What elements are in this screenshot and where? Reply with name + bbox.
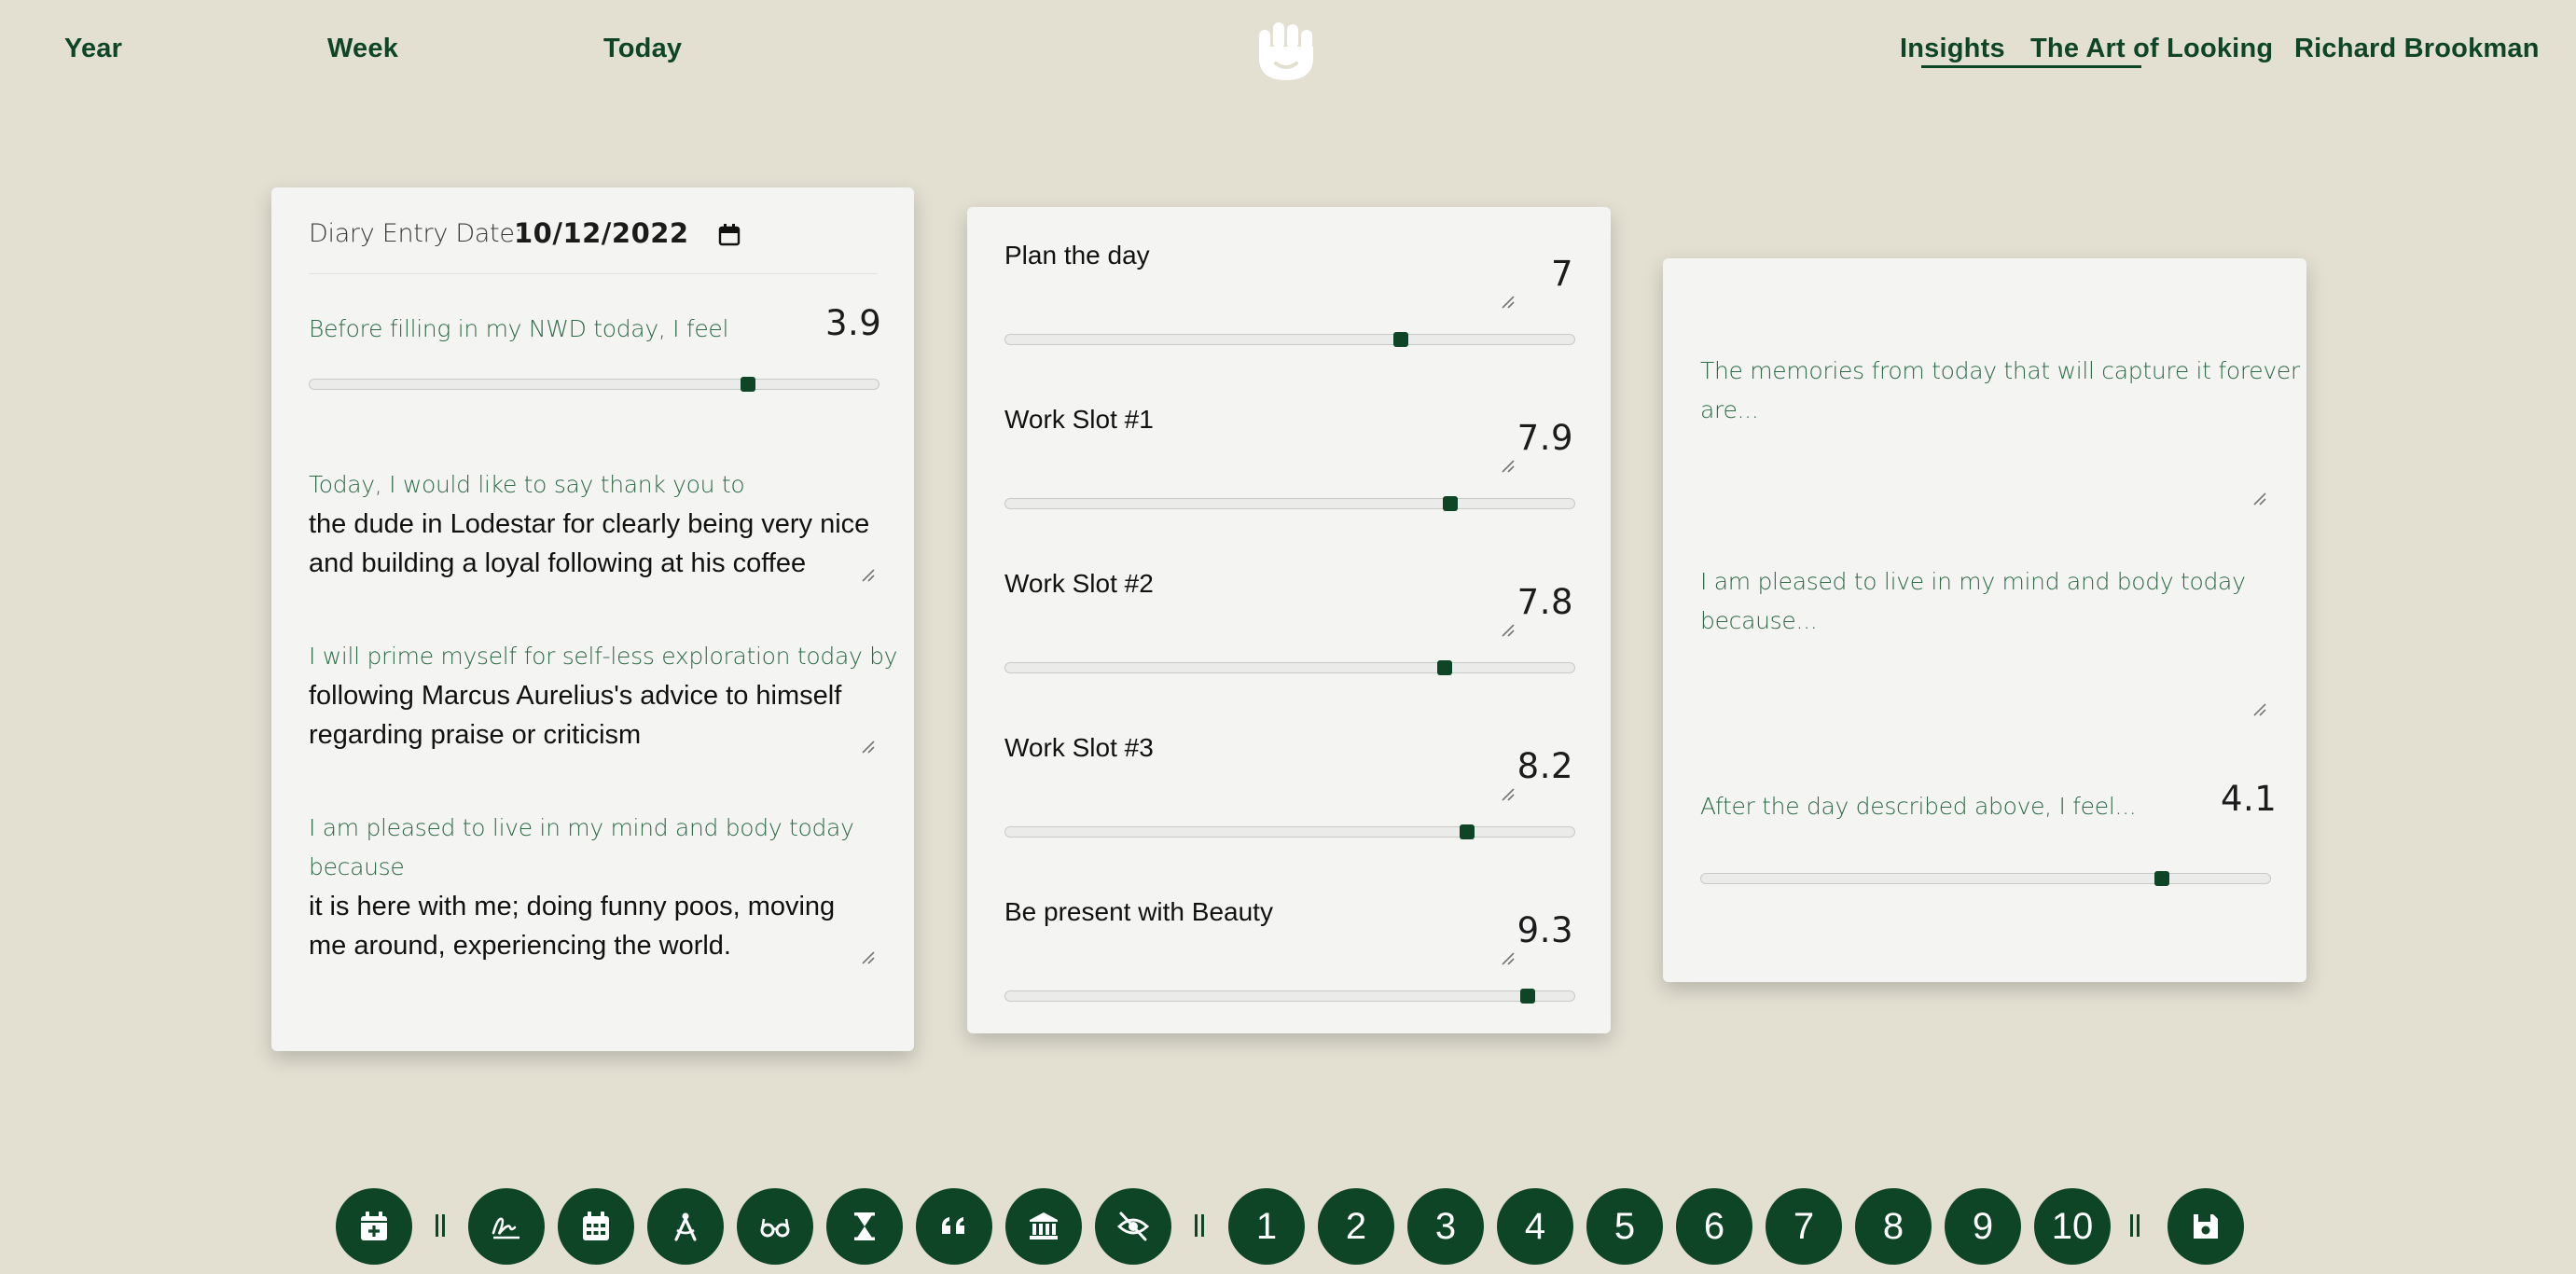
memories-label-line-1: The memories from today that will captur… [1700, 357, 2300, 384]
prime-line-1: following Marcus Aurelius's advice to hi… [309, 681, 842, 711]
slider-thumb[interactable] [1459, 824, 1475, 839]
before-feel-slider[interactable] [309, 377, 879, 392]
resize-handle-icon[interactable] [1501, 623, 1516, 638]
diary-date-label: Diary Entry Date: [309, 219, 523, 248]
slider-thumb[interactable] [1519, 989, 1535, 1004]
quote-icon[interactable] [916, 1188, 992, 1265]
nav-today[interactable]: Today [603, 34, 682, 64]
resize-handle-icon[interactable] [1501, 459, 1516, 474]
nav-insights[interactable]: Insights [1900, 34, 2005, 64]
rating-button-8[interactable]: 8 [1855, 1188, 1932, 1265]
slot-title: Be present with Beauty [1004, 897, 1273, 926]
memories-textarea[interactable] [1700, 436, 2269, 492]
rating-button-6[interactable]: 6 [1676, 1188, 1752, 1265]
memories-label: The memories from today that will captur… [1700, 352, 2300, 430]
pleased-evening-line-2: because... [1700, 607, 1818, 634]
eye-slash-icon[interactable] [1095, 1188, 1171, 1265]
slot-score: 7.8 [1517, 582, 1573, 622]
slot-title: Plan the day [1004, 241, 1150, 270]
pleased-label-line-1: I am pleased to live in my mind and body… [309, 814, 854, 841]
pleased-evening-textarea[interactable] [1700, 646, 2269, 702]
rating-button-10[interactable]: 10 [2034, 1188, 2111, 1265]
slot-slider[interactable] [1004, 660, 1575, 675]
diary-date-input[interactable]: 10/12/2022 [514, 217, 689, 249]
pleased-label-line-2: because [309, 853, 405, 880]
pleased-label: I am pleased to live in my mind and body… [309, 809, 854, 887]
morning-entry-card: Diary Entry Date: 10/12/2022 Before fill… [271, 187, 914, 1051]
after-feel-score: 4.1 [2221, 779, 2278, 819]
toolbar-separator [2130, 1214, 2140, 1237]
slot-title: Work Slot #3 [1004, 733, 1154, 762]
slider-thumb[interactable] [1392, 332, 1408, 347]
rating-button-7[interactable]: 7 [1766, 1188, 1842, 1265]
before-feel-score: 3.9 [825, 303, 882, 343]
slot-score: 8.2 [1517, 746, 1573, 786]
slot-title: Work Slot #2 [1004, 569, 1154, 598]
slider-thumb[interactable] [1436, 660, 1452, 675]
slot-slider[interactable] [1004, 989, 1575, 1004]
nav-year[interactable]: Year [64, 34, 122, 64]
slot-slider[interactable] [1004, 496, 1575, 511]
before-feel-label: Before filling in my NWD today, I feel [309, 315, 729, 342]
prime-label: I will prime myself for self-less explor… [309, 643, 898, 670]
nav-week[interactable]: Week [327, 34, 398, 64]
rating-button-9[interactable]: 9 [1945, 1188, 2021, 1265]
evening-entry-card: The memories from today that will captur… [1663, 258, 2306, 982]
after-feel-slider[interactable] [1700, 871, 2271, 886]
thanks-line-2: and building a loyal following at his co… [309, 548, 807, 578]
nav-user[interactable]: Richard Brookman [2294, 34, 2540, 64]
resize-handle-icon[interactable] [861, 740, 876, 755]
slot-slider[interactable] [1004, 824, 1575, 839]
thanks-line-1: the dude in Lodestar for clearly being v… [309, 509, 870, 539]
slot-slider[interactable] [1004, 332, 1575, 347]
slot-score: 7.9 [1517, 418, 1573, 458]
work-slots-card: Plan the day 7 Work Slot #1 7.9 Work Slot #2… [967, 207, 1611, 1033]
thanks-textarea[interactable]: the dude in Lodestar for clearly being v… [309, 505, 869, 583]
slot-score: 9.3 [1517, 910, 1573, 950]
pleased-line-2: me around, experiencing the world. [309, 931, 731, 961]
resize-handle-icon[interactable] [1501, 951, 1516, 966]
pleased-line-1: it is here with me; doing funny poos, mo… [309, 892, 836, 921]
calendar-picker-icon[interactable] [717, 223, 741, 247]
pleased-textarea[interactable]: it is here with me; doing funny poos, mo… [309, 887, 835, 965]
resize-handle-icon[interactable] [861, 950, 876, 965]
hand-crown-logo[interactable] [1255, 21, 1321, 82]
thanks-label: Today, I would like to say thank you to [309, 471, 745, 498]
hourglass-icon[interactable] [826, 1188, 903, 1265]
toolbar-separator [1195, 1214, 1204, 1237]
glasses-icon[interactable] [737, 1188, 813, 1265]
resize-handle-icon[interactable] [1501, 787, 1516, 802]
slider-thumb[interactable] [2154, 871, 2170, 886]
pleased-evening-label: I am pleased to live in my mind and body… [1700, 562, 2246, 641]
slot-score: 7 [1550, 254, 1573, 294]
signature-icon[interactable] [468, 1188, 545, 1265]
resize-handle-icon[interactable] [2252, 492, 2267, 506]
rating-button-2[interactable]: 2 [1318, 1188, 1394, 1265]
calendar-icon[interactable] [558, 1188, 634, 1265]
rating-button-4[interactable]: 4 [1497, 1188, 1573, 1265]
slider-thumb[interactable] [1443, 496, 1459, 511]
after-feel-label: After the day described above, I feel... [1700, 793, 2137, 820]
resize-handle-icon[interactable] [861, 568, 876, 583]
toolbar-separator [436, 1214, 445, 1237]
nav-active-underline [1921, 65, 2141, 68]
prime-textarea[interactable]: following Marcus Aurelius's advice to hi… [309, 676, 841, 755]
save-icon[interactable] [2167, 1188, 2244, 1265]
prime-line-2: regarding praise or criticism [309, 720, 642, 750]
memories-label-line-2: are... [1700, 396, 1759, 423]
date-divider [309, 273, 878, 274]
rating-button-1[interactable]: 1 [1228, 1188, 1305, 1265]
resize-handle-icon[interactable] [1501, 295, 1516, 310]
rating-button-5[interactable]: 5 [1586, 1188, 1663, 1265]
compass-drafting-icon[interactable] [647, 1188, 724, 1265]
slot-title: Work Slot #1 [1004, 405, 1154, 434]
calendar-plus-icon[interactable] [336, 1188, 412, 1265]
nav-art-of-looking[interactable]: The Art of Looking [2030, 34, 2273, 64]
pleased-evening-line-1: I am pleased to live in my mind and body… [1700, 568, 2246, 595]
slider-thumb[interactable] [740, 377, 755, 392]
resize-handle-icon[interactable] [2252, 702, 2267, 717]
rating-button-3[interactable]: 3 [1407, 1188, 1484, 1265]
landmark-icon[interactable] [1005, 1188, 1082, 1265]
